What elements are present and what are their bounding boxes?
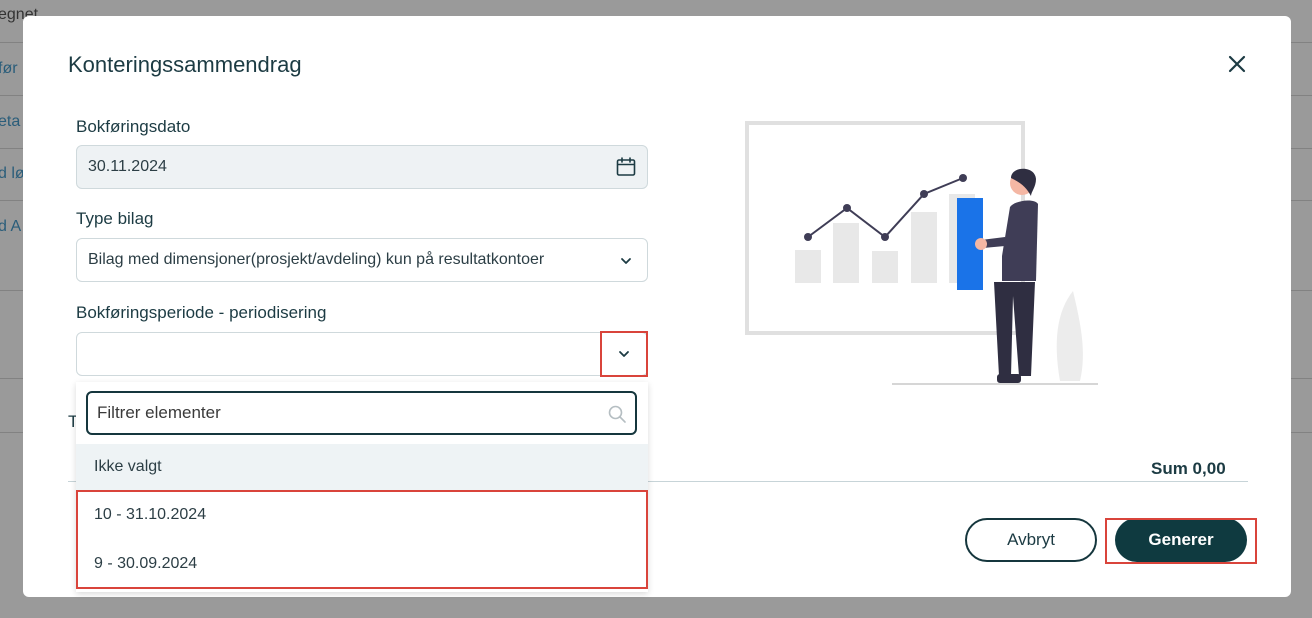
bg-divider (1290, 432, 1312, 433)
filter-placeholder: Filtrer elementer (97, 403, 221, 422)
date-field[interactable]: 30.11.2024 (76, 145, 648, 189)
voucher-type-select[interactable]: Bilag med dimensjoner(prosjekt/avdeling)… (76, 238, 648, 282)
bg-divider (0, 148, 24, 149)
sum-total: Sum 0,00 (1151, 459, 1226, 478)
bg-fragment: d A (0, 218, 22, 235)
bg-divider (0, 432, 24, 433)
generate-button[interactable]: Generer (1115, 518, 1247, 562)
dropdown-option[interactable]: 9 - 30.09.2024 (76, 541, 648, 587)
voucher-type-value: Bilag med dimensjoner(prosjekt/avdeling)… (88, 251, 545, 268)
period-label: Bokføringsperiode - periodisering (76, 303, 327, 322)
period-select[interactable] (76, 332, 648, 376)
bg-divider (1290, 95, 1312, 96)
bg-divider (0, 95, 24, 96)
voucher-type-label: Type bilag (76, 209, 154, 228)
chart-illustration (745, 121, 1098, 385)
bg-divider (1290, 42, 1312, 43)
bg-divider (0, 378, 24, 379)
dropdown-option[interactable]: Ikke valgt (76, 444, 648, 490)
option-label: 10 - 31.10.2024 (94, 506, 207, 523)
bg-divider (0, 200, 24, 201)
search-icon (608, 405, 626, 423)
date-value: 30.11.2024 (88, 158, 167, 175)
bg-fragment: d lø (0, 165, 25, 182)
bg-fragment: før (0, 60, 18, 77)
date-label: Bokføringsdato (76, 117, 191, 136)
bg-divider (1290, 200, 1312, 201)
calendar-icon[interactable] (615, 156, 637, 178)
chevron-down-icon (621, 258, 631, 264)
option-label: Ikke valgt (94, 458, 162, 475)
bg-fragment: eta (0, 113, 21, 130)
bg-divider (1290, 378, 1312, 379)
option-label: 9 - 30.09.2024 (94, 555, 198, 572)
bg-divider (0, 290, 24, 291)
dialog-title: Konteringssammendrag (68, 52, 302, 77)
period-toggle-button[interactable] (600, 331, 648, 377)
period-dropdown: Filtrer elementer Ikke valgt 10 - 31.10.… (76, 382, 648, 592)
bg-divider (1290, 290, 1312, 291)
summary-dialog: Konteringssammendrag Bokføringsdato 30.1… (23, 16, 1291, 597)
chevron-down-icon (619, 351, 629, 357)
close-button[interactable] (1225, 52, 1249, 76)
close-icon (1228, 55, 1246, 73)
dropdown-option[interactable]: 10 - 31.10.2024 (76, 492, 648, 538)
cancel-button[interactable]: Avbryt (965, 518, 1097, 562)
bg-divider (1290, 148, 1312, 149)
filter-input[interactable]: Filtrer elementer (86, 391, 637, 435)
bg-divider (0, 42, 24, 43)
